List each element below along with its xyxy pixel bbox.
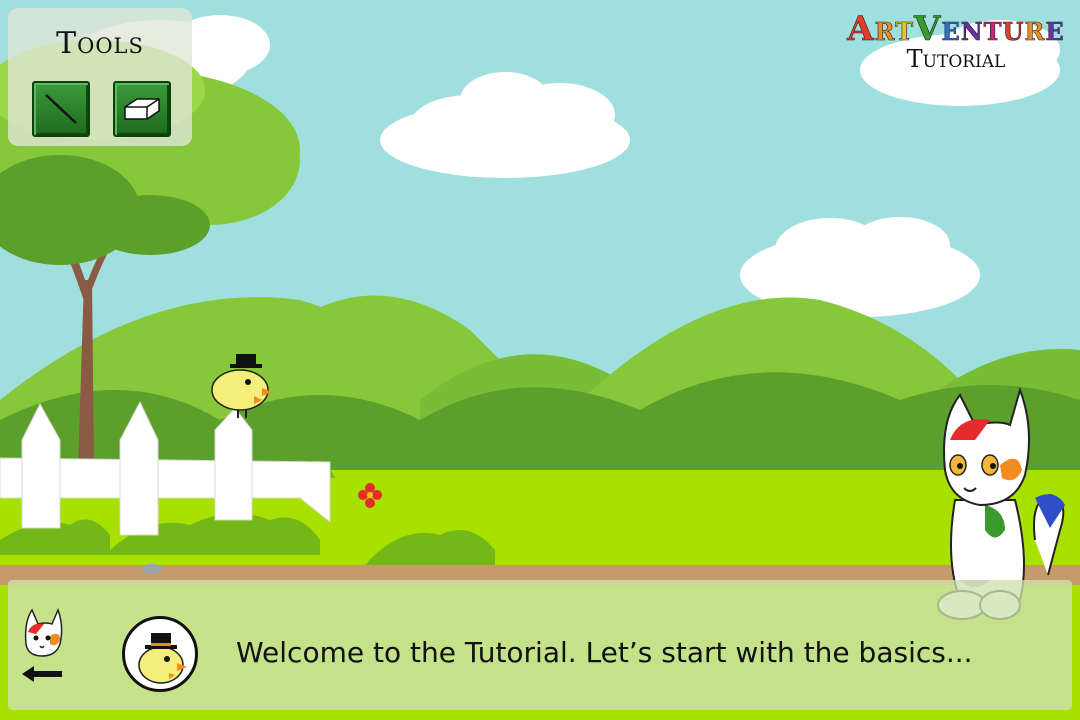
logo-letter: A <box>847 9 875 49</box>
logo-letter: t <box>983 9 1003 49</box>
logo-letter: V <box>914 9 942 49</box>
logo-letter: r <box>1024 9 1046 49</box>
logo-letter: e <box>941 9 961 49</box>
logo-letter: e <box>1045 9 1065 49</box>
back-button[interactable] <box>14 604 68 688</box>
pencil-icon <box>45 94 77 124</box>
tools-title: Tools <box>56 26 144 61</box>
dialog-text: Welcome to the Tutorial. Let’s start wit… <box>236 636 973 669</box>
logo-letter: u <box>1002 9 1025 49</box>
bird-avatar <box>138 633 187 684</box>
eraser-icon <box>124 98 160 120</box>
logo-letter: n <box>960 9 984 49</box>
pencil-tool-button[interactable] <box>32 81 90 137</box>
eraser-tool-button[interactable] <box>113 81 171 137</box>
logo-letter: t <box>895 9 915 49</box>
speaker-portrait <box>122 616 198 692</box>
tools-panel: Tools <box>8 8 192 146</box>
logo-subtitle: Tutorial <box>906 45 1006 73</box>
logo-title: ArtVenture <box>846 9 1066 49</box>
artventure-logo: ArtVenture Tutorial <box>846 10 1066 72</box>
logo-letter: r <box>874 9 896 49</box>
cat-back-icon <box>22 607 63 682</box>
